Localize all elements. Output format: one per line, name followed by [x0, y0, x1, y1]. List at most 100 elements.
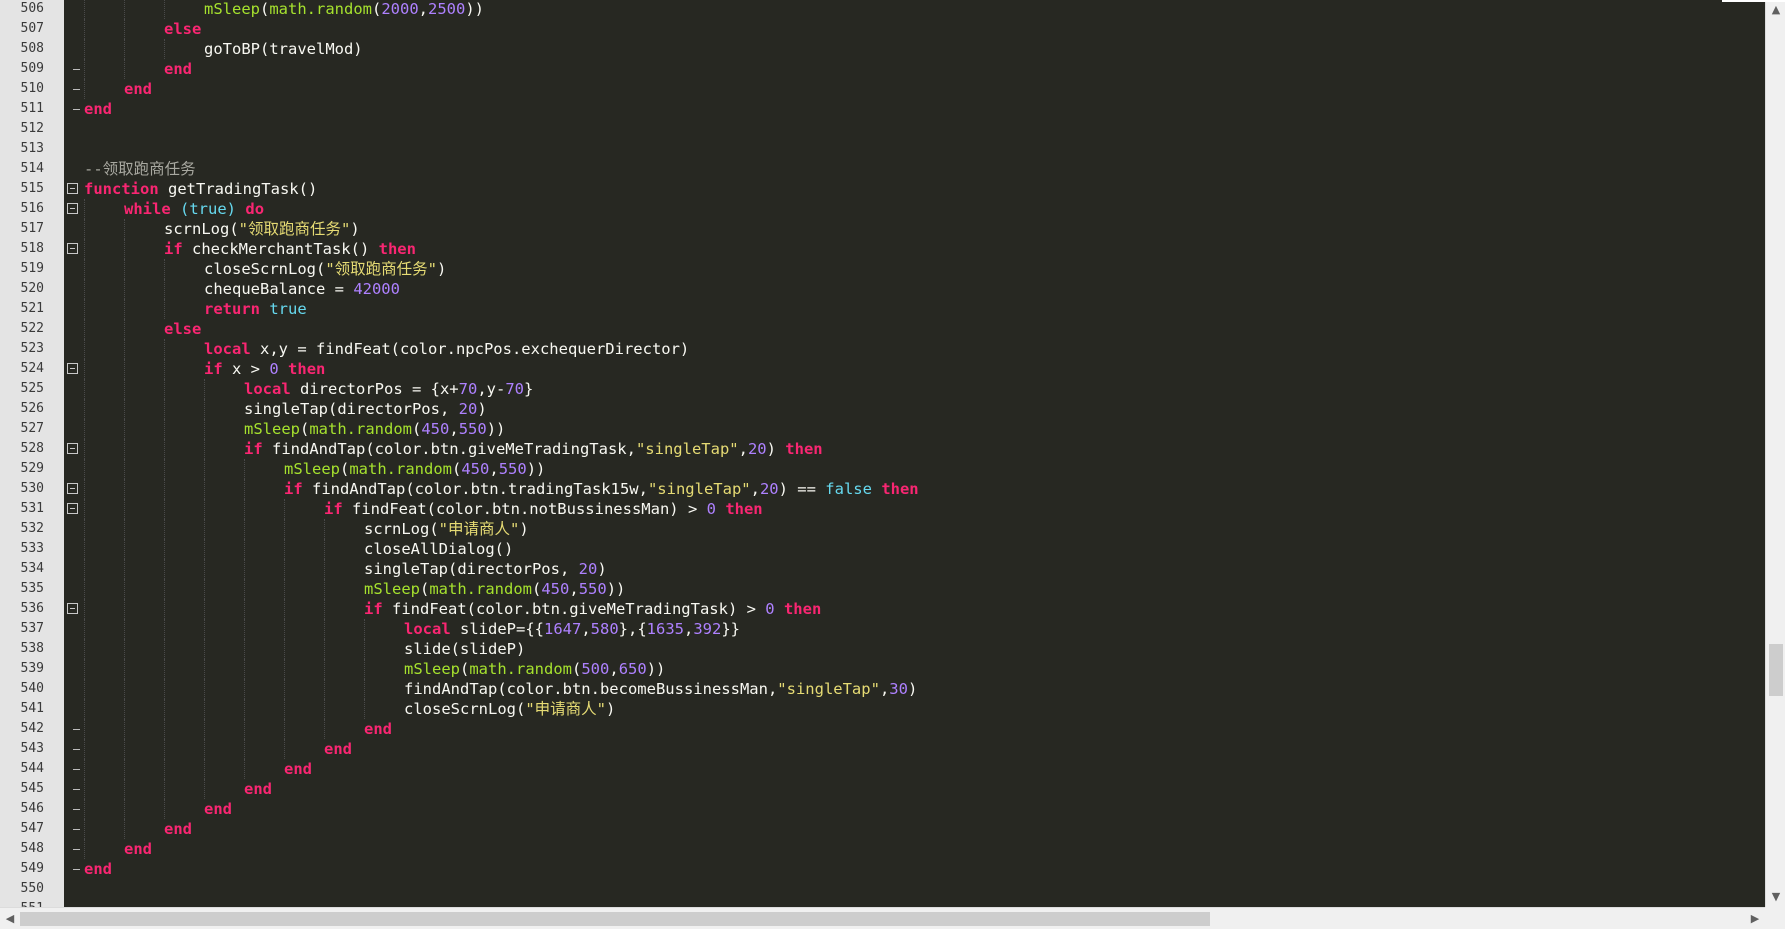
- code-line[interactable]: 523 local x,y = findFeat(color.npcPos.exc…: [0, 339, 1765, 359]
- code-line[interactable]: 530 if findAndTap(color.btn.tradingTask15…: [0, 479, 1765, 499]
- code-line[interactable]: 536 if findFeat(color.btn.giveMeTradingTa…: [0, 599, 1765, 619]
- code-text[interactable]: end: [364, 719, 392, 739]
- code-text[interactable]: singleTap(directorPos, 20): [244, 399, 487, 419]
- code-text[interactable]: end: [124, 79, 152, 99]
- code-text[interactable]: else: [164, 19, 201, 39]
- code-text[interactable]: local x,y = findFeat(color.npcPos.excheq…: [204, 339, 689, 359]
- code-line[interactable]: 521 return true: [0, 299, 1765, 319]
- code-line[interactable]: 506 mSleep(math.random(2000,2500)): [0, 0, 1765, 19]
- code-text[interactable]: --领取跑商任务: [84, 159, 196, 179]
- code-line[interactable]: 535 mSleep(math.random(450,550)): [0, 579, 1765, 599]
- code-line[interactable]: 508 goToBP(travelMod): [0, 39, 1765, 59]
- code-text[interactable]: mSleep(math.random(450,550)): [364, 579, 625, 599]
- code-text[interactable]: scrnLog("领取跑商任务"): [164, 219, 360, 239]
- code-line[interactable]: 516 while (true) do: [0, 199, 1765, 219]
- code-line[interactable]: 546 end: [0, 799, 1765, 819]
- code-line[interactable]: 547 end: [0, 819, 1765, 839]
- code-text[interactable]: if findFeat(color.btn.notBussinessMan) >…: [324, 499, 763, 519]
- code-line[interactable]: 543 end: [0, 739, 1765, 759]
- code-line[interactable]: 514 --领取跑商任务: [0, 159, 1765, 179]
- code-line[interactable]: 510 end: [0, 79, 1765, 99]
- code-line[interactable]: 551: [0, 899, 1765, 907]
- code-line[interactable]: 544 end: [0, 759, 1765, 779]
- code-line[interactable]: 531 if findFeat(color.btn.notBussinessMan…: [0, 499, 1765, 519]
- code-line[interactable]: 549 end: [0, 859, 1765, 879]
- arrow-down-icon[interactable]: ▼: [1766, 887, 1785, 907]
- code-line[interactable]: 526 singleTap(directorPos, 20): [0, 399, 1765, 419]
- code-line[interactable]: 539 mSleep(math.random(500,650)): [0, 659, 1765, 679]
- code-text[interactable]: while (true) do: [124, 199, 264, 219]
- vertical-scrollbar-thumb[interactable]: [1769, 644, 1783, 697]
- code-line[interactable]: 515 function getTradingTask(): [0, 179, 1765, 199]
- code-text[interactable]: end: [324, 739, 352, 759]
- arrow-right-icon[interactable]: ▶: [1745, 909, 1765, 929]
- fold-collapse-icon[interactable]: [67, 603, 78, 614]
- code-editor[interactable]: 506 mSleep(math.random(2000,2500)) 507 else…: [0, 0, 1765, 907]
- code-text[interactable]: end: [84, 99, 112, 119]
- code-line[interactable]: 527 mSleep(math.random(450,550)): [0, 419, 1765, 439]
- code-text[interactable]: mSleep(math.random(450,550)): [284, 459, 545, 479]
- vertical-scrollbar[interactable]: ▲ ▼: [1765, 0, 1785, 907]
- code-line[interactable]: 525 local directorPos = {x+70,y-70}: [0, 379, 1765, 399]
- code-line[interactable]: 528 if findAndTap(color.btn.giveMeTrading…: [0, 439, 1765, 459]
- code-text[interactable]: goToBP(travelMod): [204, 39, 363, 59]
- fold-collapse-icon[interactable]: [67, 183, 78, 194]
- code-line[interactable]: 548 end: [0, 839, 1765, 859]
- code-text[interactable]: if findFeat(color.btn.giveMeTradingTask)…: [364, 599, 821, 619]
- code-text[interactable]: if findAndTap(color.btn.giveMeTradingTas…: [244, 439, 823, 459]
- code-text[interactable]: scrnLog("申请商人"): [364, 519, 529, 539]
- code-line[interactable]: 512: [0, 119, 1765, 139]
- code-text[interactable]: closeScrnLog("申请商人"): [404, 699, 615, 719]
- code-line[interactable]: 524 if x > 0 then: [0, 359, 1765, 379]
- code-text[interactable]: local slideP={{1647,580},{1635,392}}: [404, 619, 740, 639]
- code-line[interactable]: 533 closeAllDialog(): [0, 539, 1765, 559]
- code-line[interactable]: 519 closeScrnLog("领取跑商任务"): [0, 259, 1765, 279]
- fold-collapse-icon[interactable]: [67, 243, 78, 254]
- code-text[interactable]: closeAllDialog(): [364, 539, 513, 559]
- code-text[interactable]: if findAndTap(color.btn.tradingTask15w,"…: [284, 479, 919, 499]
- code-line[interactable]: 511 end: [0, 99, 1765, 119]
- code-line[interactable]: 545 end: [0, 779, 1765, 799]
- code-line[interactable]: 529 mSleep(math.random(450,550)): [0, 459, 1765, 479]
- code-line[interactable]: 509 end: [0, 59, 1765, 79]
- code-text[interactable]: closeScrnLog("领取跑商任务"): [204, 259, 446, 279]
- code-line[interactable]: 532 scrnLog("申请商人"): [0, 519, 1765, 539]
- code-text[interactable]: end: [164, 59, 192, 79]
- code-line[interactable]: 534 singleTap(directorPos, 20): [0, 559, 1765, 579]
- horizontal-scrollbar-thumb[interactable]: [20, 912, 1211, 926]
- code-text[interactable]: if x > 0 then: [204, 359, 325, 379]
- code-text[interactable]: mSleep(math.random(450,550)): [244, 419, 505, 439]
- code-line[interactable]: 522 else: [0, 319, 1765, 339]
- code-text[interactable]: local directorPos = {x+70,y-70}: [244, 379, 533, 399]
- fold-collapse-icon[interactable]: [67, 203, 78, 214]
- code-line[interactable]: 517 scrnLog("领取跑商任务"): [0, 219, 1765, 239]
- arrow-left-icon[interactable]: ◀: [0, 909, 20, 929]
- code-text[interactable]: chequeBalance = 42000: [204, 279, 400, 299]
- code-text[interactable]: singleTap(directorPos, 20): [364, 559, 607, 579]
- code-line[interactable]: 507 else: [0, 19, 1765, 39]
- code-text[interactable]: return true: [204, 299, 307, 319]
- code-text[interactable]: mSleep(math.random(2000,2500)): [204, 0, 484, 19]
- code-line[interactable]: 537 local slideP={{1647,580},{1635,392}}: [0, 619, 1765, 639]
- code-line[interactable]: 518 if checkMerchantTask() then: [0, 239, 1765, 259]
- code-text[interactable]: function getTradingTask(): [84, 179, 317, 199]
- code-line[interactable]: 550: [0, 879, 1765, 899]
- code-text[interactable]: slide(slideP): [404, 639, 525, 659]
- code-text[interactable]: end: [284, 759, 312, 779]
- code-text[interactable]: end: [124, 839, 152, 859]
- fold-collapse-icon[interactable]: [67, 443, 78, 454]
- code-text[interactable]: mSleep(math.random(500,650)): [404, 659, 665, 679]
- code-text[interactable]: findAndTap(color.btn.becomeBussinessMan,…: [404, 679, 917, 699]
- code-line[interactable]: 541 closeScrnLog("申请商人"): [0, 699, 1765, 719]
- fold-collapse-icon[interactable]: [67, 483, 78, 494]
- code-text[interactable]: end: [84, 859, 112, 879]
- code-line[interactable]: 538 slide(slideP): [0, 639, 1765, 659]
- fold-collapse-icon[interactable]: [67, 503, 78, 514]
- code-text[interactable]: end: [164, 819, 192, 839]
- code-line[interactable]: 540 findAndTap(color.btn.becomeBussinessM…: [0, 679, 1765, 699]
- code-line[interactable]: 542 end: [0, 719, 1765, 739]
- code-line[interactable]: 520 chequeBalance = 42000: [0, 279, 1765, 299]
- arrow-up-icon[interactable]: ▲: [1766, 0, 1785, 20]
- code-text[interactable]: end: [204, 799, 232, 819]
- code-text[interactable]: if checkMerchantTask() then: [164, 239, 416, 259]
